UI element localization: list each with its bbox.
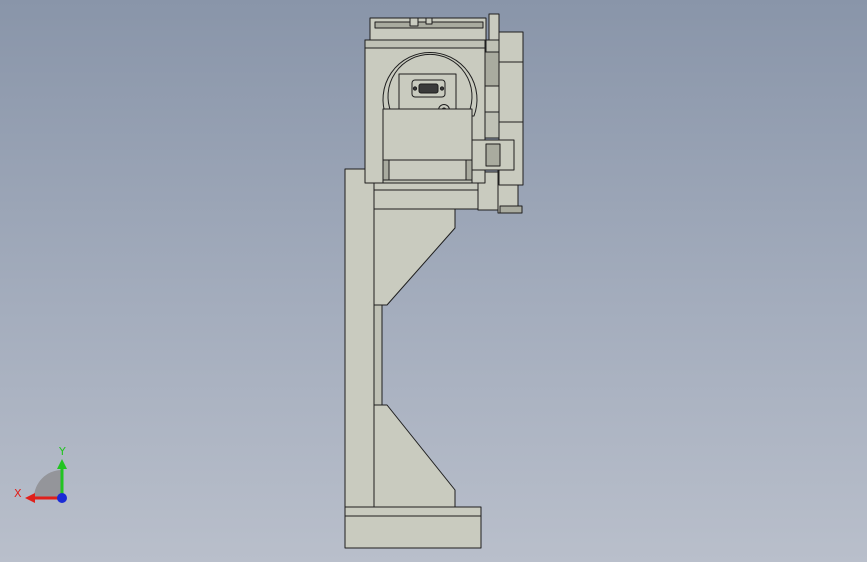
upper-gusset	[373, 207, 456, 306]
right-plate-inner-2	[484, 85, 500, 113]
mount-left-tab	[382, 159, 390, 181]
right-plate-inner	[484, 51, 500, 87]
x-axis-arrowhead	[25, 493, 35, 503]
x-axis-label: X	[14, 487, 22, 500]
mount-block	[382, 108, 473, 161]
cad-viewport[interactable]: Y X	[0, 0, 867, 562]
triad-plane-fan	[34, 470, 62, 498]
orientation-triad: Y X	[14, 445, 67, 503]
vertical-column	[344, 168, 375, 508]
top-slide-tab-2	[425, 17, 433, 25]
right-plate-bracket-detail	[485, 143, 501, 167]
y-axis-label: Y	[58, 445, 66, 458]
z-axis-dot	[57, 493, 67, 503]
base-plate	[344, 506, 482, 549]
top-right-post-base	[485, 39, 501, 53]
lower-gusset	[373, 404, 456, 508]
connector-screw-right	[439, 86, 445, 91]
model-assembly[interactable]	[344, 13, 524, 549]
housing-top-band	[364, 39, 486, 49]
y-axis-arrowhead	[57, 459, 67, 469]
actuator-end-cap	[499, 205, 523, 214]
right-plate-inner-3	[484, 111, 500, 139]
connector-screw-left	[412, 86, 418, 91]
top-slide-tab	[409, 17, 419, 27]
connector-socket	[418, 83, 439, 94]
mount-foot	[388, 159, 467, 181]
mount-right-tab	[465, 159, 473, 181]
